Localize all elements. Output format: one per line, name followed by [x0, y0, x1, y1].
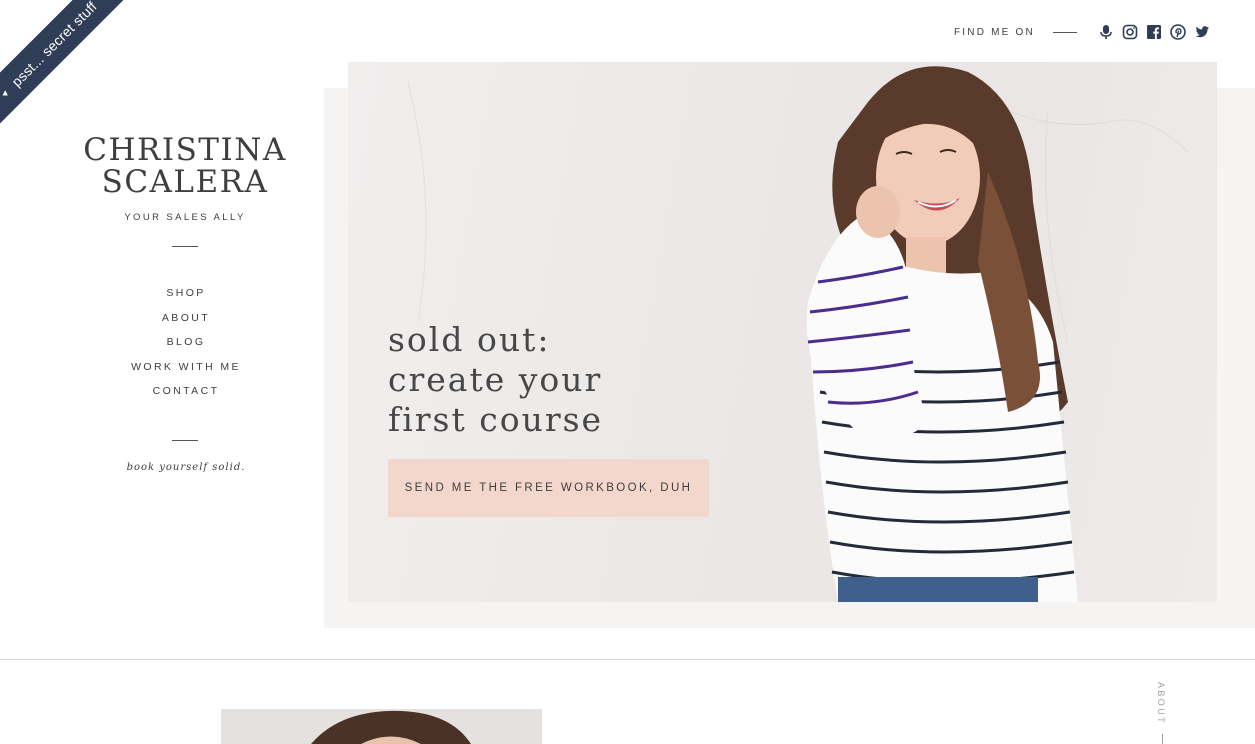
social-divider	[1052, 31, 1077, 33]
hero-title-line: create your	[388, 360, 603, 399]
brand-name-line-2: SCALERA	[101, 164, 269, 200]
nav-item-work-with-me[interactable]: WORK WITH ME	[86, 360, 286, 385]
brand-tagline: YOUR SALES ALLY	[124, 212, 246, 223]
corner-ribbon-wrap: ▲ psst... secret stuff	[0, 0, 140, 140]
hero-title: sold out: create your first course	[388, 320, 603, 440]
hero-title-line: first course	[388, 400, 604, 439]
instagram-icon[interactable]	[1121, 23, 1139, 41]
facebook-icon[interactable]	[1145, 23, 1163, 41]
nav-item-shop[interactable]: SHOP	[86, 286, 286, 311]
secret-stuff-ribbon[interactable]: ▲ psst... secret stuff	[0, 0, 139, 140]
main-nav: SHOP ABOUT BLOG WORK WITH ME CONTACT	[86, 286, 286, 409]
sidebar-divider	[172, 440, 198, 441]
nav-item-about[interactable]: ABOUT	[86, 311, 286, 336]
sidebar-divider	[172, 246, 198, 247]
triangle-icon: ▲	[0, 87, 10, 98]
about-side-text: ABOUT	[1156, 682, 1166, 726]
site-logo[interactable]: CHRISTINA SCALERA YOUR SALES ALLY	[70, 134, 300, 223]
twitter-icon[interactable]	[1193, 23, 1211, 41]
find-me-label: FIND ME ON	[954, 26, 1035, 38]
about-side-label[interactable]: ABOUT	[1156, 682, 1168, 744]
pinterest-icon[interactable]	[1169, 23, 1187, 41]
nav-item-contact[interactable]: CONTACT	[86, 384, 286, 409]
ribbon-label: psst... secret stuff	[8, 0, 100, 90]
microphone-icon[interactable]	[1097, 23, 1115, 41]
send-workbook-button[interactable]: SEND ME THE FREE WORKBOOK, DUH	[388, 459, 709, 517]
social-bar: FIND ME ON	[954, 22, 1211, 42]
about-photo	[221, 709, 542, 744]
hero-title-line: sold out:	[388, 320, 551, 359]
nav-item-blog[interactable]: BLOG	[86, 335, 286, 360]
about-side-line	[1162, 734, 1163, 744]
motto: book yourself solid.	[126, 462, 246, 473]
section-divider	[0, 659, 1255, 660]
